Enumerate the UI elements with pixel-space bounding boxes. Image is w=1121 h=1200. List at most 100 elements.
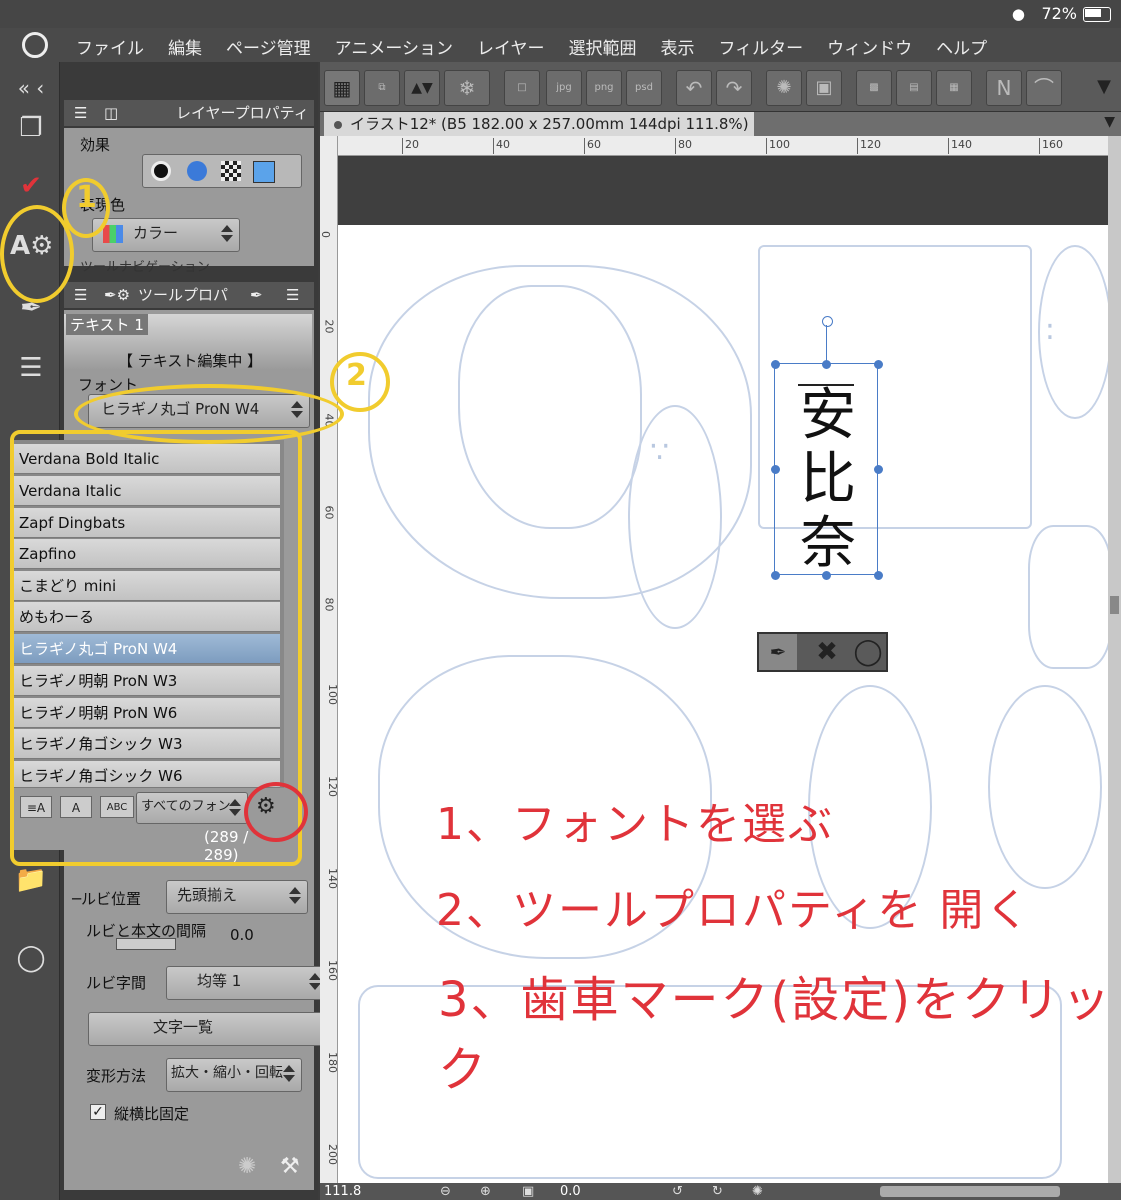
reset-icon[interactable]: ✺	[238, 1154, 256, 1179]
border-icon[interactable]: ▦	[936, 70, 972, 106]
cancel-icon[interactable]: ✖	[805, 634, 849, 670]
resize-handle[interactable]	[874, 465, 883, 474]
panel-menu-icon[interactable]: ☰	[74, 282, 87, 308]
menu-file[interactable]: ファイル	[76, 34, 144, 59]
spin-down-icon	[289, 897, 301, 904]
invert-icon[interactable]: ▤	[896, 70, 932, 106]
toolbar-menu-icon[interactable]: ▼	[1090, 70, 1118, 104]
layers-stack-icon[interactable]: ❐	[10, 108, 52, 148]
export-psd-button[interactable]: psd	[626, 70, 662, 106]
folder-icon[interactable]: 📁	[10, 860, 52, 900]
ruby-char-spacing-value: 均等 1	[197, 972, 242, 990]
resize-handle[interactable]	[771, 465, 780, 474]
confirm-icon[interactable]: ◯	[849, 634, 887, 670]
horizontal-scrollbar[interactable]	[880, 1186, 1060, 1197]
zoom-in-icon[interactable]: ⊕	[480, 1184, 491, 1199]
ruby-position-select[interactable]: 先頭揃え	[166, 880, 308, 914]
undo-icon[interactable]: ↶	[676, 70, 712, 106]
angle-value[interactable]: 0.0	[560, 1184, 581, 1199]
layer-property-tab-label[interactable]: レイヤープロパティ	[176, 100, 309, 126]
transform-method-select[interactable]: 拡大・縮小・回転	[166, 1058, 302, 1092]
transform-icon[interactable]: ⧉	[364, 70, 400, 106]
ruby-position-value: 先頭揃え	[177, 886, 238, 904]
ruby-spacing-slider[interactable]	[116, 938, 176, 950]
deselect-icon[interactable]: ▩	[856, 70, 892, 106]
tool-property-tab-label[interactable]: ツールプロパ	[138, 282, 228, 308]
battery-icon	[1083, 7, 1111, 22]
rotate-right-icon[interactable]: ↻	[712, 1184, 723, 1199]
color-swatch-icon	[103, 224, 123, 243]
effect-layer-color-icon[interactable]	[253, 161, 275, 183]
resize-handle[interactable]	[771, 360, 780, 369]
effect-none-icon[interactable]	[151, 161, 171, 181]
crop-icon[interactable]: ▣	[806, 70, 842, 106]
vertical-scrollbar[interactable]	[1108, 136, 1121, 1186]
document-tab[interactable]: イラスト12* (B5 182.00 x 257.00mm 144dpi 111…	[324, 112, 754, 136]
close-dot-icon[interactable]	[334, 120, 342, 129]
lasso-icon[interactable]: ❄	[444, 70, 490, 106]
layer-window-icon[interactable]: ◫	[104, 100, 118, 126]
layer-icon[interactable]: ☰	[10, 348, 52, 388]
menu-filter[interactable]: フィルター	[719, 34, 804, 59]
layer-property-icon[interactable]: ✔	[10, 166, 52, 206]
fit-icon[interactable]: ▣	[522, 1184, 534, 1199]
menu-edit[interactable]: 編集	[168, 34, 202, 59]
resize-handle[interactable]	[874, 360, 883, 369]
ruby-spacing-value[interactable]: 0.0	[230, 926, 254, 944]
menu-layer[interactable]: レイヤー	[477, 34, 545, 59]
expression-color-select[interactable]: カラー	[92, 218, 240, 252]
brush-tab-icon[interactable]: ✒	[250, 282, 263, 308]
menu-window[interactable]: ウィンドウ	[827, 34, 912, 59]
resize-handle[interactable]	[874, 571, 883, 580]
ruby-char-spacing-select[interactable]: 均等 1	[166, 966, 328, 1000]
menu-page[interactable]: ページ管理	[226, 34, 311, 59]
instruction-step-3: 3、歯車マーク(設定)をクリック	[438, 972, 1112, 1098]
aspect-checkbox[interactable]: ✓	[90, 1104, 106, 1120]
up-down-icon[interactable]: ▲▼	[404, 70, 440, 106]
wrench-icon[interactable]: ⚒	[280, 1154, 300, 1179]
curve-icon[interactable]: ⌒	[1026, 70, 1062, 106]
layer-property-tab-bar: ☰ ◫ レイヤープロパティ	[64, 100, 314, 126]
grid-icon[interactable]: ▦	[324, 70, 360, 106]
sketch-stroke	[988, 685, 1102, 889]
export-jpg-button[interactable]: jpg	[546, 70, 582, 106]
vertical-text[interactable]: 安比奈	[796, 384, 860, 576]
effect-tone-icon[interactable]	[221, 161, 241, 181]
scroll-thumb[interactable]	[1110, 596, 1119, 614]
battery-percent: 72%	[1041, 4, 1077, 23]
rotate-handle[interactable]	[822, 316, 833, 327]
spin-up-icon	[283, 1065, 295, 1072]
ruler-tick: 80	[322, 597, 336, 612]
app-logo-icon[interactable]	[22, 32, 48, 58]
layers-tab-icon[interactable]: ☰	[286, 282, 299, 308]
export-png-button[interactable]: png	[586, 70, 622, 106]
character-list-label: 文字一覧	[153, 1018, 214, 1036]
file-icon[interactable]: □	[504, 70, 540, 106]
resize-handle[interactable]	[771, 571, 780, 580]
spinner-icon[interactable]: ✺	[766, 70, 802, 106]
lightbulb-icon[interactable]: ◯	[10, 938, 52, 978]
sketch-stroke	[458, 285, 642, 529]
resize-handle[interactable]	[822, 360, 831, 369]
panel-menu-icon[interactable]: ☰	[74, 100, 87, 126]
zoom-value[interactable]: 111.8	[324, 1184, 361, 1199]
pen-gear-icon[interactable]: ✒⚙	[104, 282, 130, 308]
menu-help[interactable]: ヘルプ	[936, 34, 987, 59]
rotate-left-icon[interactable]: ↺	[672, 1184, 683, 1199]
ruby-position-label: ─ルビ位置	[72, 890, 142, 908]
menu-view[interactable]: 表示	[661, 34, 695, 59]
tab-menu-icon[interactable]: ▼	[1104, 114, 1115, 130]
menu-animation[interactable]: アニメーション	[335, 34, 453, 59]
spin-up-icon	[289, 887, 301, 894]
text-editing-status: 【 テキスト編集中 】	[118, 352, 263, 370]
zoom-out-icon[interactable]: ⊖	[440, 1184, 451, 1199]
reset-rotation-icon[interactable]: ✺	[752, 1184, 763, 1199]
collapse-icon[interactable]: « ‹	[10, 68, 52, 108]
effect-border-icon[interactable]	[187, 161, 207, 181]
wifi-icon: ●​	[1011, 5, 1025, 23]
pen-icon[interactable]: ✒	[759, 634, 797, 670]
menu-selection[interactable]: 選択範囲	[569, 34, 637, 59]
ruler-icon[interactable]: N	[986, 70, 1022, 106]
annotation-circle-gear	[244, 782, 308, 842]
redo-icon[interactable]: ↷	[716, 70, 752, 106]
